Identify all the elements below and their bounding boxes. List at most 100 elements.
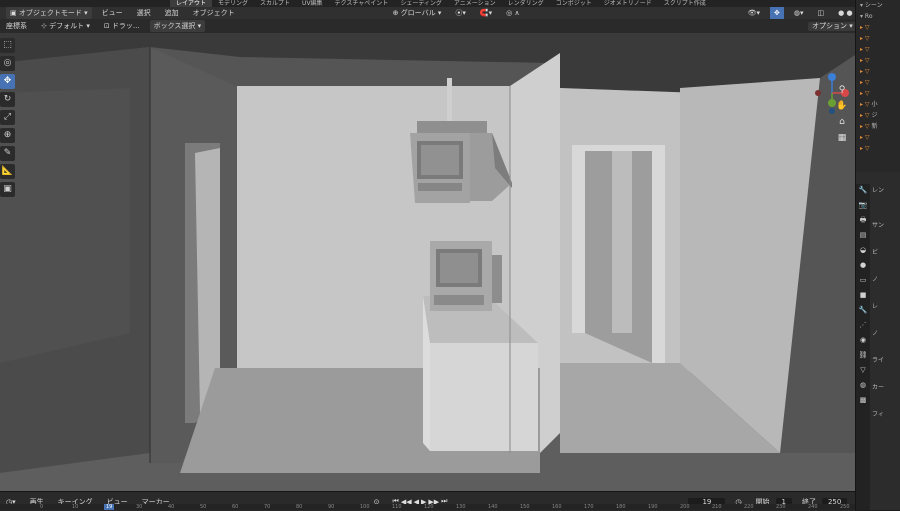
zoom-icon[interactable]: ⚲: [835, 83, 849, 97]
ruler-tick-label: 40: [168, 504, 175, 510]
properties-row[interactable]: フィ: [872, 408, 900, 421]
outliner-expand-icon[interactable]: ▸ ▽: [860, 123, 871, 130]
physics-icon[interactable]: ◉: [856, 334, 870, 346]
menu-select[interactable]: 選択: [133, 7, 155, 19]
outliner-expand-icon[interactable]: ▸ ▽: [860, 46, 870, 53]
workspace-tab[interactable]: コンポジット: [550, 0, 598, 7]
3d-viewport[interactable]: ⚲ ✋ ⌂ ▦: [0, 33, 855, 491]
measure-icon[interactable]: 📐: [0, 164, 15, 179]
outliner-row[interactable]: ▸ ▽ 小: [856, 99, 900, 110]
camera-icon[interactable]: ⌂: [835, 115, 849, 129]
transform-icon[interactable]: ⊕: [0, 128, 15, 143]
render-icon[interactable]: 📷: [856, 199, 870, 211]
scene-icon[interactable]: ◒: [856, 244, 870, 256]
outliner-row[interactable]: ▸ ▽: [856, 143, 900, 154]
mode-select[interactable]: ▣ オブジェクトモード ▾: [6, 7, 92, 19]
visibility-icon[interactable]: 👁▾: [744, 7, 764, 19]
properties-row[interactable]: ノ: [872, 273, 900, 286]
material-icon[interactable]: ◍: [856, 379, 870, 391]
gizmo-toggle-icon[interactable]: ✥: [770, 7, 784, 19]
annotate-icon[interactable]: ✎: [0, 146, 15, 161]
properties-tabs: 🔧 📷 🖶 ▤ ◒ ● ▭ ■ 🔧 ⋰ ◉ ⛓ ▽ ◍ ▩: [856, 184, 870, 510]
move-icon[interactable]: ✥: [0, 74, 15, 89]
outliner-row[interactable]: ▸ ▽ 新: [856, 121, 900, 132]
shading-modes-icon[interactable]: ● ● ◐ ○: [834, 7, 855, 19]
object-icon[interactable]: ■: [856, 289, 870, 301]
outliner-row[interactable]: ▸ ▽ ジ: [856, 110, 900, 121]
constraints-icon[interactable]: ⛓: [856, 349, 870, 361]
drag-select[interactable]: ⊡ ドラッ...: [100, 20, 144, 32]
workspace-tab[interactable]: レンダリング: [502, 0, 550, 7]
workspace-tab[interactable]: ジオメトリノード: [598, 0, 658, 7]
outliner-expand-icon[interactable]: ▸ ▽: [860, 134, 870, 141]
outliner-expand-icon[interactable]: ▸ ▽: [860, 79, 870, 86]
timeline-ruler[interactable]: 0 10 19 30 40 50 60 70 80 90 100 110 120 130 140 150 160…: [0, 504, 855, 510]
outliner-expand-icon[interactable]: ▸ ▽: [860, 24, 870, 31]
box-select-dropdown[interactable]: ボックス選択 ▾: [149, 20, 206, 32]
particles-icon[interactable]: ⋰: [856, 319, 870, 331]
properties-row[interactable]: ノ: [872, 327, 900, 340]
collection-icon[interactable]: ▭: [856, 274, 870, 286]
world-icon[interactable]: ●: [856, 259, 870, 271]
cursor-icon[interactable]: ◎: [0, 56, 15, 71]
outliner-row[interactable]: ▸ ▽: [856, 66, 900, 77]
options-label: オプション: [812, 22, 847, 30]
workspace-tab[interactable]: スクリプト作成: [658, 0, 712, 7]
rotate-icon[interactable]: ↻: [0, 92, 15, 107]
grid-perspective-icon[interactable]: ▦: [835, 131, 849, 145]
workspace-tab[interactable]: UV編集: [296, 0, 329, 7]
workspace-tab[interactable]: シェーディング: [394, 0, 448, 7]
outliner-row[interactable]: ▾ シーン: [856, 0, 900, 11]
xray-icon[interactable]: ◫: [814, 7, 829, 19]
workspace-tab[interactable]: モデリング: [212, 0, 254, 7]
snap-icon[interactable]: 🧲▾: [476, 7, 496, 19]
properties-editor[interactable]: 🔧 📷 🖶 ▤ ◒ ● ▭ ■ 🔧 ⋰ ◉ ⛓ ▽ ◍ ▩ レン サンビノレノライ…: [856, 172, 900, 510]
outliner-expand-icon[interactable]: ▸ ▽: [860, 90, 870, 97]
add-cube-icon[interactable]: ▣: [0, 182, 15, 197]
select-box-icon[interactable]: ⬚: [0, 38, 15, 53]
outliner-row[interactable]: ▸ ▽: [856, 22, 900, 33]
outliner-row[interactable]: ▸ ▽: [856, 77, 900, 88]
outliner-row[interactable]: ▸ ▽: [856, 88, 900, 99]
menu-object[interactable]: オブジェクト: [189, 7, 239, 19]
texture-icon[interactable]: ▩: [856, 394, 870, 406]
properties-row[interactable]: ライ: [872, 354, 900, 367]
view-layer-icon[interactable]: ▤: [856, 229, 870, 241]
outliner-row[interactable]: ▸ ▽: [856, 44, 900, 55]
properties-row[interactable]: ビ: [872, 246, 900, 259]
outliner[interactable]: ▾ シーン ▾ Ro ▸ ▽ ▸ ▽ ▸ ▽ ▸ ▽ ▸ ▽ ▸ ▽ ▸ ▽ ▸ ▽…: [856, 0, 900, 172]
ruler-tick-label: 230: [776, 504, 786, 510]
outliner-expand-icon[interactable]: ▸ ▽: [860, 57, 870, 64]
scale-icon[interactable]: ⤢: [0, 110, 15, 125]
properties-row[interactable]: サン: [872, 219, 900, 232]
outliner-expand-icon[interactable]: ▸ ▽: [860, 68, 870, 75]
pivot-icon[interactable]: ⦿▾: [451, 7, 470, 19]
properties-row[interactable]: カー: [872, 381, 900, 394]
outliner-expand-icon[interactable]: ▸ ▽: [860, 145, 870, 152]
modifier-icon[interactable]: 🔧: [856, 304, 870, 316]
outliner-expand-icon[interactable]: ▸ ▽: [860, 35, 870, 42]
proportional-icon[interactable]: ◎ ∧: [502, 7, 523, 19]
outliner-expand-icon[interactable]: ▸ ▽: [860, 101, 871, 108]
options-dropdown[interactable]: オプション ▾: [808, 22, 857, 31]
outliner-row[interactable]: ▸ ▽: [856, 33, 900, 44]
orientation-select[interactable]: ⊕ グローバル ▾: [389, 7, 446, 19]
data-icon[interactable]: ▽: [856, 364, 870, 376]
tool-icon[interactable]: 🔧: [856, 184, 870, 196]
workspace-tab[interactable]: テクスチャペイント: [329, 0, 395, 7]
properties-row[interactable]: レン: [872, 184, 900, 197]
orientation-default-select[interactable]: ⊹ デフォルト ▾: [37, 20, 94, 32]
workspace-tab[interactable]: アニメーション: [448, 0, 502, 7]
pan-hand-icon[interactable]: ✋: [835, 99, 849, 113]
properties-row[interactable]: レ: [872, 300, 900, 313]
output-icon[interactable]: 🖶: [856, 214, 870, 226]
menu-add[interactable]: 追加: [161, 7, 183, 19]
outliner-row[interactable]: ▸ ▽: [856, 132, 900, 143]
menu-view[interactable]: ビュー: [98, 7, 127, 19]
overlay-icon[interactable]: ◍▾: [790, 7, 808, 19]
outliner-expand-icon[interactable]: ▸ ▽: [860, 112, 871, 119]
workspace-tab[interactable]: レイアウト: [170, 0, 213, 7]
workspace-tab[interactable]: スカルプト: [254, 0, 296, 7]
outliner-row[interactable]: ▾ Ro: [856, 11, 900, 22]
outliner-row[interactable]: ▸ ▽: [856, 55, 900, 66]
